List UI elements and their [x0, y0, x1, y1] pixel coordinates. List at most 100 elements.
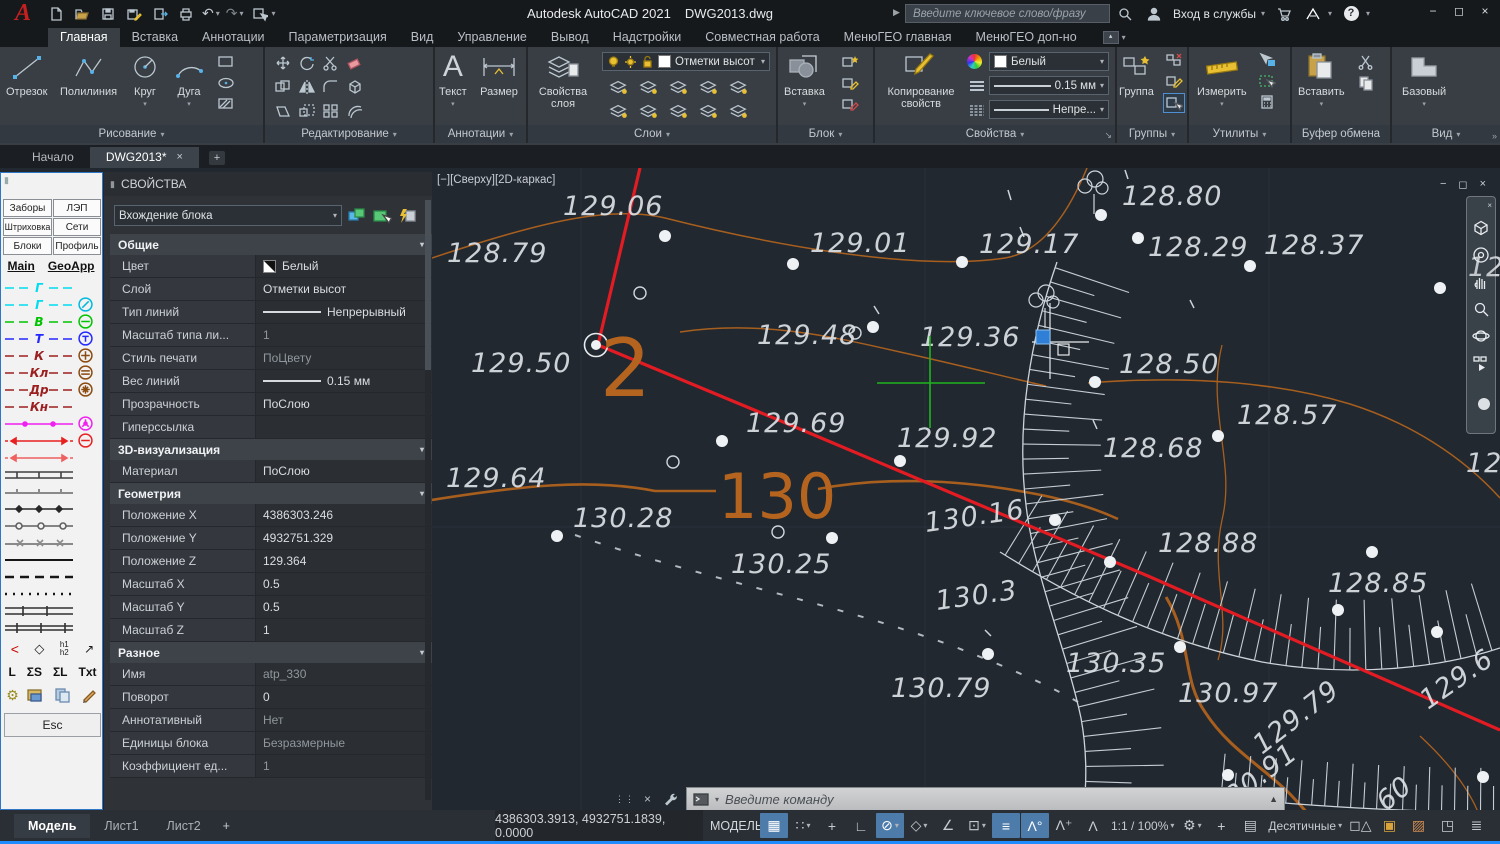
status-grid-display[interactable]: ▦	[760, 813, 788, 838]
property-row[interactable]: Единицы блокаБезразмерные	[110, 732, 432, 755]
palette-linetype-item[interactable]	[3, 568, 102, 585]
elevation-label[interactable]: 128.57	[1237, 400, 1337, 431]
property-row[interactable]: Положение Y4932751.329	[110, 527, 432, 550]
copy-clip-icon[interactable]	[1356, 74, 1376, 92]
elevation-point[interactable]	[1095, 209, 1107, 221]
move-tool-icon[interactable]	[273, 54, 293, 72]
palette-linetype-item[interactable]: Кн	[3, 398, 102, 415]
hollow-point[interactable]	[634, 287, 646, 299]
ellipse-tool-icon[interactable]	[216, 74, 236, 92]
panel-title-layers[interactable]: Слои▾	[528, 125, 776, 143]
elevation-label[interactable]: 128.85	[1328, 568, 1428, 599]
status-lineweight-display[interactable]: ≡	[992, 813, 1020, 838]
status-object-snap[interactable]: ⊡▾	[963, 813, 991, 838]
property-row[interactable]: Масштаб Y0.5	[110, 596, 432, 619]
ribbon-tab-Параметризация[interactable]: Параметризация	[277, 28, 399, 47]
txt-tool-button[interactable]: Txt	[78, 665, 96, 679]
status-selection-cycling[interactable]: Λ°	[1021, 813, 1049, 838]
elevation-point[interactable]	[787, 258, 799, 270]
palette-tab-power[interactable]: ЛЭП	[53, 199, 101, 217]
layer-tool-icon[interactable]	[699, 78, 719, 96]
palette-tab-nets[interactable]: Сети	[53, 218, 101, 236]
text-button[interactable]: A Текст▾	[439, 50, 467, 111]
scale-tool-icon[interactable]	[297, 102, 317, 120]
layer-tool-icon[interactable]	[639, 102, 659, 120]
dimension-button[interactable]: Размер	[479, 50, 519, 98]
properties-section-header[interactable]: Геометрия▾	[110, 483, 432, 504]
status-snap-mode[interactable]: ∷▾	[789, 813, 817, 838]
rectangle-tool-icon[interactable]	[216, 53, 236, 71]
undo-icon[interactable]: ↶	[202, 5, 214, 22]
command-wrench-icon[interactable]	[660, 790, 680, 808]
user-icon[interactable]	[1144, 4, 1164, 24]
elevation-point[interactable]	[659, 230, 671, 242]
elevation-point[interactable]	[1089, 376, 1101, 388]
elevation-label[interactable]: 128.88	[1158, 528, 1258, 559]
ribbon-tab-Совместная работа[interactable]: Совместная работа	[693, 28, 831, 47]
object-color-combo[interactable]: Белый▾	[989, 52, 1109, 71]
edit-block-icon[interactable]	[840, 74, 860, 92]
status-units[interactable]: Десятичные▾	[1265, 813, 1345, 838]
status-object-snap-tracking[interactable]: ∠	[934, 813, 962, 838]
drawing-close-icon[interactable]: ×	[1480, 178, 1486, 191]
copy-tool-icon[interactable]	[273, 78, 293, 96]
drawing-minimize-icon[interactable]: −	[1440, 178, 1446, 191]
mirror-tool-icon[interactable]	[297, 78, 317, 96]
ribbon-tab-Надстройки[interactable]: Надстройки	[601, 28, 694, 47]
command-grip-icon[interactable]: ⋮⋮	[615, 794, 635, 805]
array-tool-icon[interactable]	[321, 102, 341, 120]
palette-linetype-item[interactable]: В	[3, 313, 102, 330]
linetype-list-icon[interactable]	[967, 101, 987, 119]
h1h2-tool-icon[interactable]: h1h2	[60, 641, 69, 657]
property-row[interactable]: Масштаб X0.5	[110, 573, 432, 596]
property-row[interactable]: Вес линий0.15 мм	[110, 370, 432, 393]
status-isolate-objects[interactable]: ◻△	[1346, 813, 1374, 838]
status-media-image[interactable]: ▨	[1404, 813, 1432, 838]
elevation-label[interactable]: 130.3	[934, 575, 1020, 617]
match-properties-button[interactable]: Копирование свойств	[879, 50, 963, 110]
contour-elevation-label[interactable]: 130	[718, 460, 836, 533]
sum-s-tool-button[interactable]: ΣS	[27, 665, 42, 679]
panel-title-clipboard[interactable]: Буфер обмена	[1292, 125, 1390, 143]
measure-button[interactable]: Измерить▾	[1197, 50, 1247, 111]
palette-linetype-item[interactable]	[3, 517, 102, 534]
pencil-icon[interactable]	[79, 686, 99, 704]
properties-scrollbar[interactable]	[425, 200, 431, 800]
panel-title-block[interactable]: Блок▾	[778, 125, 873, 143]
help-icon[interactable]: ?	[1341, 4, 1361, 24]
elevation-label[interactable]: 129.06	[563, 191, 663, 222]
application-menu-button[interactable]: A	[4, 0, 42, 27]
elevation-point[interactable]	[1366, 546, 1378, 558]
property-row[interactable]: ПрозрачностьПоСлою	[110, 393, 432, 416]
circle-button[interactable]: Круг▾	[128, 50, 162, 111]
layer-thaw-icon[interactable]	[624, 53, 637, 71]
palette-linetype-item[interactable]: Кл	[3, 364, 102, 381]
redo-icon[interactable]: ↷	[226, 5, 238, 22]
l-tool-button[interactable]: L	[8, 665, 15, 679]
elevation-label[interactable]: 128.79	[447, 238, 547, 269]
property-row[interactable]: Коэффициент ед...1	[110, 755, 432, 778]
palette-linetype-item[interactable]	[3, 534, 102, 551]
selection-grip[interactable]	[1036, 330, 1050, 344]
elevation-label[interactable]: 130.16	[923, 494, 1027, 539]
minimize-button[interactable]: −	[1420, 0, 1446, 22]
layer-tool-icon[interactable]	[639, 78, 659, 96]
ribbon-tab-Аннотации[interactable]: Аннотации	[190, 28, 276, 47]
paste-button[interactable]: Вставить▾	[1298, 50, 1345, 111]
drawing-canvas[interactable]: 129.06128.79129.01129.17128.80128.29128.…	[432, 168, 1500, 810]
elevation-point[interactable]	[1332, 604, 1344, 616]
navbar-close-icon[interactable]: ×	[1487, 201, 1492, 210]
property-row[interactable]: Масштаб типа ли...1	[110, 324, 432, 347]
palette-linetype-item[interactable]: Г	[3, 296, 102, 313]
new-file-icon[interactable]	[46, 4, 66, 24]
elevation-point[interactable]	[1434, 282, 1446, 294]
layer-tool-icon[interactable]	[669, 102, 689, 120]
orbit-icon[interactable]	[1471, 327, 1491, 345]
cut-icon[interactable]	[1356, 53, 1376, 71]
maximize-button[interactable]: ◻	[1446, 0, 1472, 22]
arc-button[interactable]: Дуга▾	[172, 50, 206, 111]
property-row[interactable]: Положение X4386303.246	[110, 504, 432, 527]
property-row[interactable]: Масштаб Z1	[110, 619, 432, 642]
elevation-label[interactable]: 129.01	[810, 228, 910, 259]
status-ortho-mode[interactable]: ∟	[847, 813, 875, 838]
